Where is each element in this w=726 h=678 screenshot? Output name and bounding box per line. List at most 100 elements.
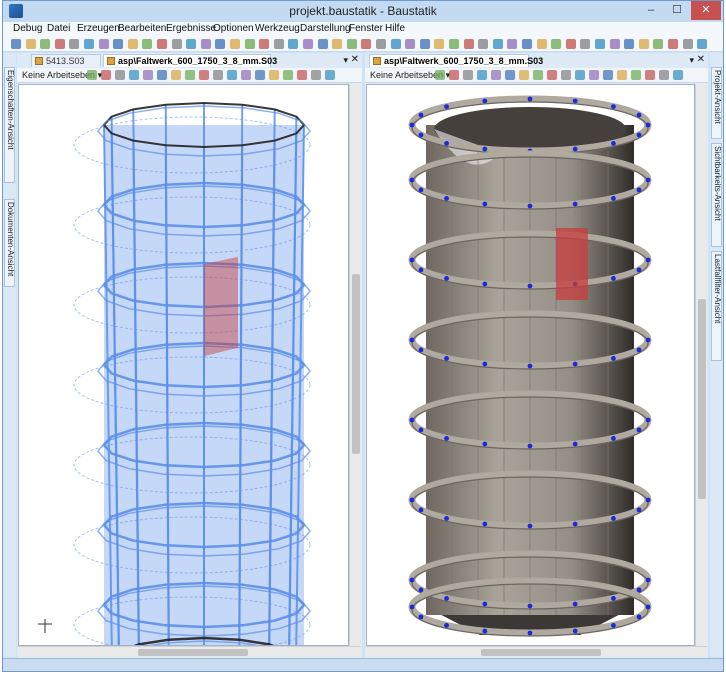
- toolbar-tool-icon[interactable]: [682, 39, 693, 49]
- toolbar-tool-icon[interactable]: [419, 39, 430, 49]
- view-tool-icon[interactable]: [463, 70, 473, 80]
- view-tool-icon[interactable]: [115, 70, 125, 80]
- view-tool-icon[interactable]: [325, 70, 335, 80]
- view-tool-icon[interactable]: [547, 70, 557, 80]
- tab-list-icon[interactable]: ▾: [343, 55, 348, 66]
- toolbar-tool-icon[interactable]: [127, 39, 138, 49]
- view-tool-icon[interactable]: [171, 70, 181, 80]
- toolbar-tool-icon[interactable]: [54, 39, 65, 49]
- view-tool-icon[interactable]: [449, 70, 459, 80]
- pane-close-icon[interactable]: ✕: [697, 54, 705, 65]
- toolbar-tool-icon[interactable]: [142, 39, 153, 49]
- toolbar-tool-icon[interactable]: [668, 39, 678, 49]
- scroll-thumb[interactable]: [481, 649, 601, 656]
- view-tool-icon[interactable]: [673, 70, 683, 80]
- toolbar-tool-icon[interactable]: [551, 39, 562, 49]
- menu-datei[interactable]: Datei: [47, 23, 70, 34]
- toolbar-tool-icon[interactable]: [303, 39, 313, 49]
- toolbar-tool-icon[interactable]: [186, 39, 197, 49]
- toolbar-tool-icon[interactable]: [653, 39, 664, 49]
- toolbar-tool-icon[interactable]: [478, 39, 489, 49]
- toolbar-tool-icon[interactable]: [113, 39, 124, 49]
- toolbar-tool-icon[interactable]: [98, 39, 109, 49]
- toolbar-tool-icon[interactable]: [288, 39, 299, 49]
- scroll-thumb[interactable]: [352, 274, 360, 454]
- view-tool-icon[interactable]: [519, 70, 529, 80]
- toolbar-tool-icon[interactable]: [536, 39, 547, 49]
- tab-faltwerk-left[interactable]: asp\Faltwerk_600_1750_3_8_mm.S03: [103, 54, 277, 67]
- view-tool-icon[interactable]: [631, 70, 641, 80]
- tab-5413[interactable]: 5413.S03: [31, 54, 101, 67]
- view-tool-icon[interactable]: [283, 70, 293, 80]
- toolbar-tool-icon[interactable]: [638, 39, 649, 49]
- wireframe-viewport[interactable]: [18, 84, 349, 646]
- view-tool-icon[interactable]: [129, 70, 139, 80]
- pane-close-icon[interactable]: ✕: [351, 54, 359, 65]
- toolbar-tool-icon[interactable]: [376, 39, 386, 49]
- view-tool-icon[interactable]: [241, 70, 251, 80]
- view-tool-icon[interactable]: [491, 70, 501, 80]
- view-tool-icon[interactable]: [603, 70, 613, 80]
- toolbar-tool-icon[interactable]: [171, 39, 182, 49]
- tab-dokumenten-ansicht[interactable]: Dokumenten-Ansicht: [4, 199, 15, 287]
- menu-hilfe[interactable]: Hilfe: [385, 23, 405, 34]
- view-tool-icon[interactable]: [255, 70, 265, 80]
- tab-list-icon[interactable]: ▾: [689, 55, 694, 66]
- maximize-button[interactable]: ☐: [665, 1, 689, 20]
- tab-faltwerk-right[interactable]: asp\Faltwerk_600_1750_3_8_mm.S03: [369, 54, 543, 67]
- minimize-button[interactable]: –: [639, 1, 663, 20]
- toolbar-tool-icon[interactable]: [522, 39, 532, 49]
- view-tool-icon[interactable]: [575, 70, 585, 80]
- scroll-thumb[interactable]: [698, 299, 706, 499]
- toolbar-tool-icon[interactable]: [390, 39, 401, 49]
- view-tool-icon[interactable]: [199, 70, 209, 80]
- view-tool-icon[interactable]: [589, 70, 599, 80]
- tab-projekt-ansicht[interactable]: Projekt-Ansicht: [711, 67, 722, 139]
- menu-werkzeug[interactable]: Werkzeug: [255, 23, 300, 34]
- toolbar-tool-icon[interactable]: [25, 39, 36, 49]
- right-horizontal-scrollbar[interactable]: [366, 646, 707, 657]
- toolbar-tool-icon[interactable]: [565, 39, 576, 49]
- toolbar-tool-icon[interactable]: [40, 39, 51, 49]
- view-tool-icon[interactable]: [269, 70, 279, 80]
- toolbar-tool-icon[interactable]: [405, 39, 416, 49]
- left-horizontal-scrollbar[interactable]: [18, 646, 361, 657]
- toolbar-tool-icon[interactable]: [361, 39, 372, 49]
- view-tool-icon[interactable]: [185, 70, 195, 80]
- tab-sichtbarkeits-ansicht[interactable]: Sichtbarkeits-Ansicht: [711, 143, 722, 247]
- toolbar-tool-icon[interactable]: [609, 39, 620, 49]
- toolbar-tool-icon[interactable]: [230, 39, 240, 49]
- toolbar-tool-icon[interactable]: [507, 39, 518, 49]
- tab-eigenschaften-ansicht[interactable]: Eigenschaften-Ansicht: [4, 67, 15, 183]
- close-button[interactable]: ✕: [691, 1, 721, 20]
- toolbar-tool-icon[interactable]: [317, 39, 328, 49]
- view-tool-icon[interactable]: [477, 70, 487, 80]
- view-tool-icon[interactable]: [311, 70, 321, 80]
- view-tool-icon[interactable]: [143, 70, 153, 80]
- toolbar-tool-icon[interactable]: [434, 39, 445, 49]
- menu-ergebnisse[interactable]: Ergebnisse: [166, 23, 216, 34]
- toolbar-tool-icon[interactable]: [580, 39, 591, 49]
- toolbar-tool-icon[interactable]: [84, 39, 94, 49]
- scroll-thumb[interactable]: [138, 649, 248, 656]
- toolbar-tool-icon[interactable]: [624, 39, 635, 49]
- menu-optionen[interactable]: Optionen: [213, 23, 254, 34]
- toolbar-tool-icon[interactable]: [332, 39, 343, 49]
- toolbar-tool-icon[interactable]: [11, 39, 21, 49]
- view-tool-icon[interactable]: [213, 70, 223, 80]
- menu-erzeugen[interactable]: Erzeugen: [77, 23, 120, 34]
- toolbar-tool-icon[interactable]: [200, 39, 211, 49]
- toolbar-tool-icon[interactable]: [215, 39, 226, 49]
- left-vertical-scrollbar[interactable]: [349, 84, 361, 646]
- right-vertical-scrollbar[interactable]: [695, 84, 707, 646]
- view-tool-icon[interactable]: [157, 70, 167, 80]
- view-tool-icon[interactable]: [435, 70, 445, 80]
- view-tool-icon[interactable]: [505, 70, 515, 80]
- view-tool-icon[interactable]: [533, 70, 543, 80]
- view-tool-icon[interactable]: [617, 70, 627, 80]
- toolbar-tool-icon[interactable]: [273, 39, 284, 49]
- toolbar-tool-icon[interactable]: [449, 39, 459, 49]
- view-tool-icon[interactable]: [297, 70, 307, 80]
- toolbar-tool-icon[interactable]: [69, 39, 80, 49]
- view-tool-icon[interactable]: [561, 70, 571, 80]
